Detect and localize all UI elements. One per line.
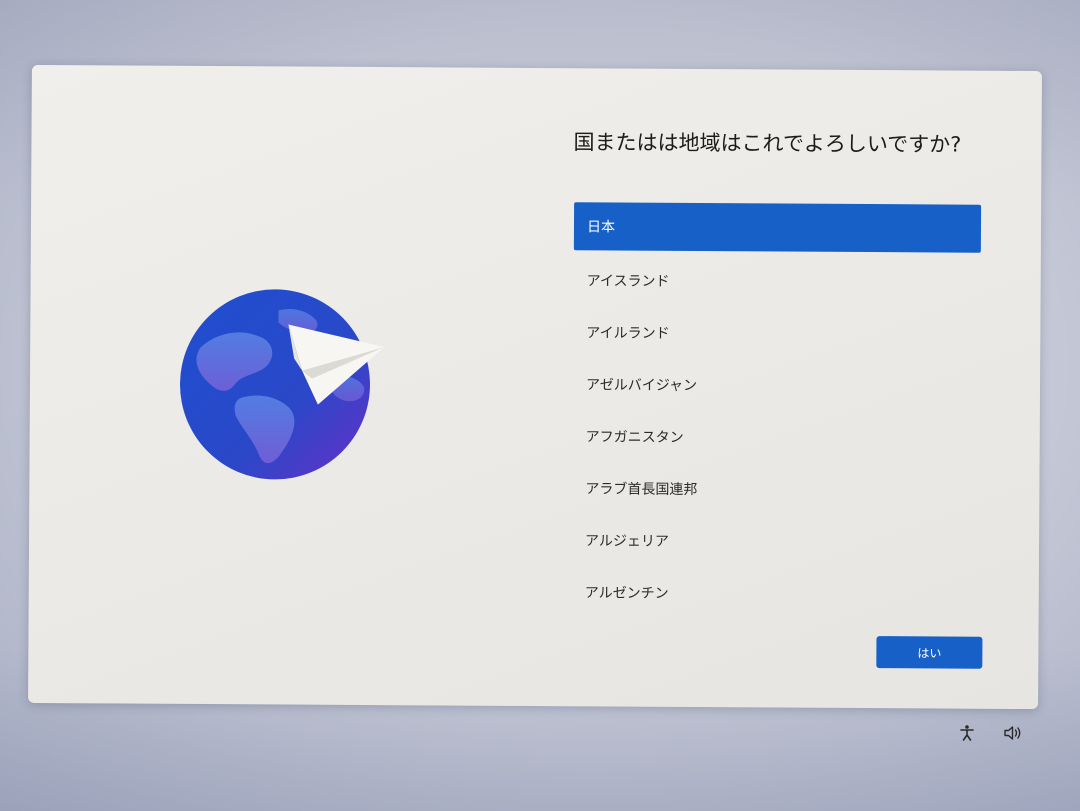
globe-illustration bbox=[179, 288, 400, 489]
list-item-country[interactable]: アルゼンチン bbox=[572, 566, 979, 620]
list-item-country[interactable]: アゼルバイジャン bbox=[573, 358, 980, 412]
setup-window: 国またはは地域はこれでよろしいですか? 日本 アイスランド アイルランド アゼル… bbox=[28, 64, 1042, 710]
accessibility-icon[interactable] bbox=[956, 722, 978, 744]
taskbar-tray bbox=[956, 722, 1024, 744]
list-item-country[interactable]: アイスランド bbox=[573, 254, 980, 308]
yes-button[interactable]: はい bbox=[876, 636, 983, 669]
volume-icon[interactable] bbox=[1002, 722, 1024, 744]
list-item-country[interactable]: アラブ首長国連邦 bbox=[572, 462, 979, 516]
list-item-country[interactable]: アフガニスタン bbox=[573, 410, 980, 464]
list-item-country[interactable]: アイルランド bbox=[573, 306, 980, 360]
list-item-country[interactable]: アルジェリア bbox=[572, 514, 979, 568]
globe-with-paper-plane-icon bbox=[180, 289, 385, 480]
country-list[interactable]: 日本 アイスランド アイルランド アゼルバイジャン アフガニスタン アラブ首長国… bbox=[572, 202, 982, 620]
list-item-selected-country[interactable]: 日本 bbox=[573, 202, 982, 253]
page-title: 国またはは地域はこれでよろしいですか? bbox=[573, 130, 962, 157]
